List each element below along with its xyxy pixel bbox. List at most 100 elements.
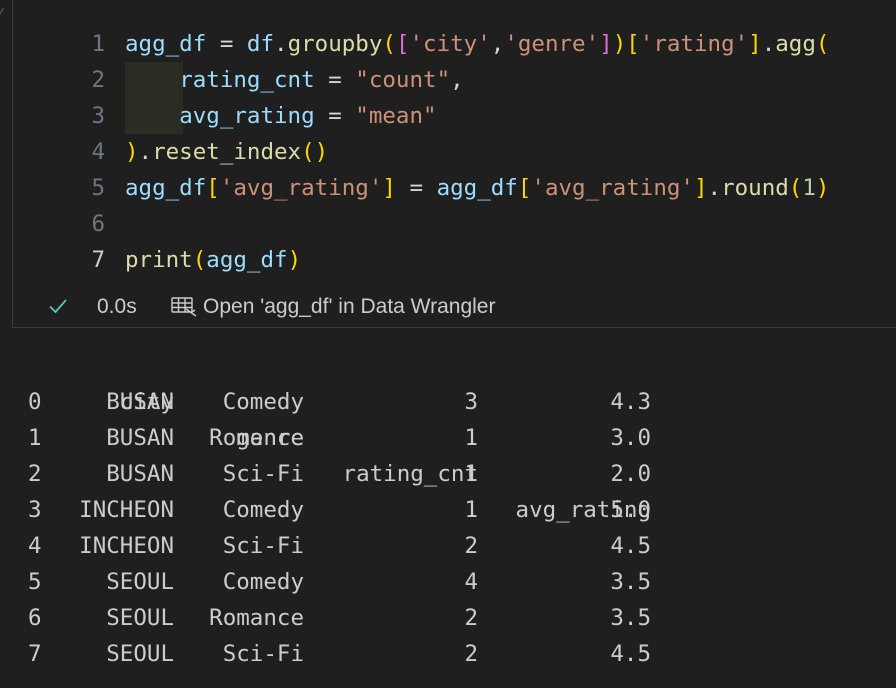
- code-token: print: [125, 247, 193, 273]
- code-token: 'city': [409, 31, 491, 57]
- code-token: reset_index: [152, 139, 302, 165]
- cell-avg-rating: 5.0: [610, 497, 651, 523]
- row-index: 1: [28, 425, 42, 451]
- code-token: rating_cnt: [179, 67, 315, 93]
- code-token: ): [612, 31, 627, 57]
- row-index: 7: [28, 641, 42, 667]
- code-token: groupby: [287, 31, 383, 57]
- code-token: ]: [382, 175, 396, 201]
- cell-avg-rating: 3.0: [610, 425, 651, 451]
- code-token: [: [517, 175, 532, 201]
- row-index: 3: [28, 497, 42, 523]
- cell-avg-rating: 4.5: [610, 641, 651, 667]
- code-token: df: [246, 31, 275, 57]
- code-token: ]: [748, 31, 762, 57]
- code-token: round: [721, 175, 789, 201]
- output-row: 2 BUSAN Sci-Fi 1 2.0: [0, 456, 896, 492]
- code-token: (): [301, 139, 329, 165]
- code-line[interactable]: 7 print(agg_df): [13, 242, 896, 278]
- code-token: ]: [693, 175, 708, 201]
- cell-rating-cnt: 3: [464, 389, 478, 415]
- output-row: 3 INCHEON Comedy 1 5.0: [0, 492, 896, 528]
- cell-city: SEOUL: [106, 605, 174, 631]
- output-header-row: city genre rating_cnt avg_rating: [0, 348, 896, 523]
- output-row: 1 BUSAN Romance 1 3.0: [0, 420, 896, 456]
- cell-rating-cnt: 1: [464, 497, 478, 523]
- line-number: 1: [91, 31, 105, 57]
- line-number: 5: [91, 175, 105, 201]
- code-token: 'avg_rating': [219, 175, 383, 201]
- row-index: 4: [28, 533, 42, 559]
- cell-city: SEOUL: [106, 641, 174, 667]
- code-token: agg_df: [206, 247, 288, 273]
- code-line[interactable]: 2 rating_cnt = "count",: [13, 62, 896, 98]
- cell-status-bar: 0.0s Open 'agg_df' in Data Wrangler: [13, 290, 896, 324]
- row-index: 6: [28, 605, 42, 631]
- output-row: 4 INCHEON Sci-Fi 2 4.5: [0, 528, 896, 564]
- code-token: .: [138, 139, 153, 165]
- output-row: 0 BUSAN Comedy 3 4.3: [0, 384, 896, 420]
- code-token: 1: [802, 175, 816, 201]
- code-text: rating_cnt = "count",: [125, 62, 464, 98]
- cell-genre: Comedy: [222, 389, 304, 415]
- code-token: =: [314, 103, 356, 129]
- code-token: avg_rating: [179, 103, 315, 129]
- code-token: agg_df: [125, 175, 207, 201]
- line-number: 2: [91, 67, 105, 93]
- code-token: "mean": [355, 103, 437, 129]
- code-token: 'avg_rating': [531, 175, 694, 201]
- code-text: agg_df = df.groupby(['city','genre'])['r…: [125, 26, 829, 62]
- cell-genre: Romance: [209, 605, 304, 631]
- cell-rating-cnt: 2: [464, 605, 478, 631]
- cell-genre: Comedy: [222, 569, 304, 595]
- code-token: agg_df: [436, 175, 518, 201]
- cell-rating-cnt: 2: [464, 641, 478, 667]
- code-text: avg_rating = "mean": [125, 98, 437, 134]
- code-token: (: [815, 31, 830, 57]
- code-text: ).reset_index(): [125, 134, 328, 170]
- cell-city: SEOUL: [106, 569, 174, 595]
- cell-collapse-indicator: [0, 8, 10, 18]
- cell-genre: Comedy: [222, 497, 304, 523]
- code-token: .: [274, 31, 288, 57]
- code-line[interactable]: 1 agg_df = df.groupby(['city','genre'])['…: [13, 26, 896, 62]
- cell-genre: Sci-Fi: [222, 641, 304, 667]
- cell-genre: Sci-Fi: [222, 461, 304, 487]
- code-token: (: [382, 31, 396, 57]
- cell-avg-rating: 3.5: [610, 569, 651, 595]
- code-token: =: [314, 67, 356, 93]
- code-token: ): [287, 247, 302, 273]
- code-token: ,: [490, 31, 505, 57]
- line-number: 7: [91, 247, 105, 273]
- code-text: agg_df['avg_rating'] = agg_df['avg_ratin…: [125, 170, 829, 206]
- code-line[interactable]: 5 agg_df['avg_rating'] = agg_df['avg_rati…: [13, 170, 896, 206]
- code-token: ): [125, 139, 139, 165]
- cell-city: INCHEON: [79, 533, 174, 559]
- cell-rating-cnt: 1: [464, 425, 478, 451]
- cell-rating-cnt: 1: [464, 461, 478, 487]
- code-token: agg: [775, 31, 816, 57]
- row-index: 5: [28, 569, 42, 595]
- code-line[interactable]: 3 avg_rating = "mean": [13, 98, 896, 134]
- code-token: ,: [450, 67, 464, 93]
- cell-output: city genre rating_cnt avg_rating 0 BUSAN C…: [0, 348, 896, 672]
- code-token: .: [761, 31, 776, 57]
- line-number: 3: [91, 103, 105, 129]
- code-token: 'genre': [504, 31, 600, 57]
- cell-city: BUSAN: [106, 425, 174, 451]
- cell-avg-rating: 2.0: [610, 461, 651, 487]
- cell-genre: Romance: [209, 425, 304, 451]
- code-line[interactable]: 6: [13, 206, 896, 242]
- code-line[interactable]: 4).reset_index(): [13, 134, 896, 170]
- open-data-wrangler-link[interactable]: Open 'agg_df' in Data Wrangler: [169, 290, 495, 324]
- cell-genre: Sci-Fi: [222, 533, 304, 559]
- code-token: "count": [355, 67, 451, 93]
- row-index: 2: [28, 461, 42, 487]
- code-token: =: [206, 31, 247, 57]
- code-cell[interactable]: 1 agg_df = df.groupby(['city','genre'])['…: [12, 0, 896, 328]
- code-token: .: [707, 175, 722, 201]
- cell-avg-rating: 4.5: [610, 533, 651, 559]
- code-token: =: [395, 175, 437, 201]
- row-index: 0: [28, 389, 42, 415]
